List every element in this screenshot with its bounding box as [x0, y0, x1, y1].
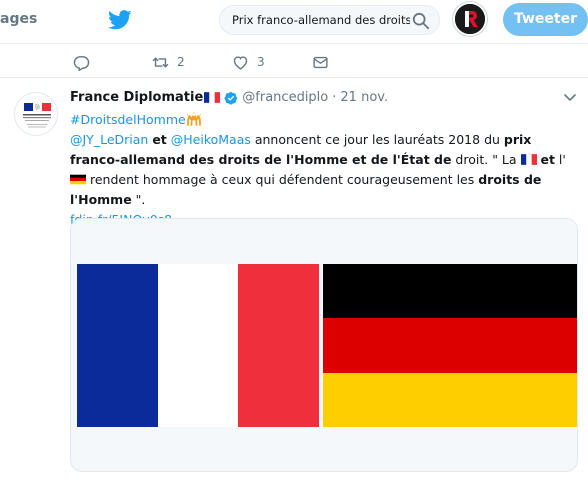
reply-icon: [73, 55, 90, 71]
tweet-paragraph: @JY_LeDrian et @HeikoMaas annoncent ce j…: [70, 130, 580, 210]
text-part1: annoncent ce jour les lauréats 2018 du: [250, 132, 504, 147]
marianne-logo-icon: [23, 103, 51, 128]
tweet-text: #DroitsdelHomme @JY_LeDrian et @HeikoMaa…: [70, 110, 580, 230]
profile-picture[interactable]: [14, 92, 58, 136]
fr-flag-red-stripe: [238, 264, 320, 427]
mention-heikomaas[interactable]: @HeikoMaas: [171, 132, 251, 147]
user-avatar[interactable]: [453, 2, 487, 36]
dm-icon: [313, 56, 328, 68]
verified-icon: [224, 91, 238, 105]
twitter-bird-icon[interactable]: [108, 9, 132, 31]
france-flag-emoji: [204, 92, 221, 103]
raised-hands-emoji: [186, 112, 202, 126]
like-count: 3: [257, 55, 265, 69]
display-name[interactable]: France Diplomatie: [70, 90, 203, 105]
germany-flag-emoji: [70, 174, 86, 185]
search-box[interactable]: Prix franco-allemand des droits d: [219, 5, 440, 35]
france-flag-emoji: [520, 154, 537, 165]
tweet-header: France Diplomatie @francediplo · 21 nov.: [70, 90, 388, 105]
mention-ledrian[interactable]: @JY_LeDrian: [70, 132, 148, 147]
search-input[interactable]: Prix franco-allemand des droits d: [232, 13, 410, 27]
like-icon: [233, 55, 248, 70]
caret-down-icon[interactable]: [564, 94, 576, 102]
text-part4: rendent hommage à ceux qui défendent cou…: [86, 172, 479, 187]
fr-flag-white-stripe: [157, 264, 239, 427]
france-flag-image: [77, 264, 320, 427]
de-flag-red-stripe: [323, 318, 577, 373]
de-flag-gold-stripe: [323, 372, 577, 427]
separator-dot: ·: [332, 90, 337, 105]
germany-flag-image: [323, 264, 577, 427]
text-part3: l': [554, 152, 566, 167]
user-handle[interactable]: @francediplo: [242, 90, 328, 105]
tweet[interactable]: France Diplomatie @francediplo · 21 nov.…: [0, 78, 588, 482]
hashtag-line: #DroitsdelHomme: [70, 110, 580, 130]
previous-tweet-actions: 2 3: [0, 44, 588, 78]
tweet-button[interactable]: Tweeter: [503, 3, 588, 36]
retweet-action[interactable]: 2: [152, 53, 185, 71]
tweet-media-image[interactable]: [70, 218, 578, 472]
text-part5: ".: [131, 192, 146, 207]
text-part2: droit. " La: [451, 152, 521, 167]
top-nav-bar: ages Prix franco-allemand des droits d T…: [0, 0, 588, 44]
nav-item-messages[interactable]: ages: [0, 11, 37, 27]
dm-action[interactable]: [312, 53, 329, 71]
and-word: et: [152, 132, 167, 147]
tweet-date[interactable]: 21 nov.: [340, 90, 388, 105]
retweet-count: 2: [177, 55, 185, 69]
retweet-icon: [152, 57, 169, 67]
reply-action[interactable]: [73, 53, 98, 71]
de-flag-black-stripe: [323, 264, 577, 319]
fr-flag-blue-stripe: [77, 264, 158, 427]
hashtag-link[interactable]: #DroitsdelHomme: [70, 112, 186, 127]
like-action[interactable]: 3: [232, 53, 265, 71]
avatar-logo-icon: [455, 4, 485, 34]
search-icon[interactable]: [412, 12, 430, 30]
and-word-2: et: [540, 152, 555, 167]
